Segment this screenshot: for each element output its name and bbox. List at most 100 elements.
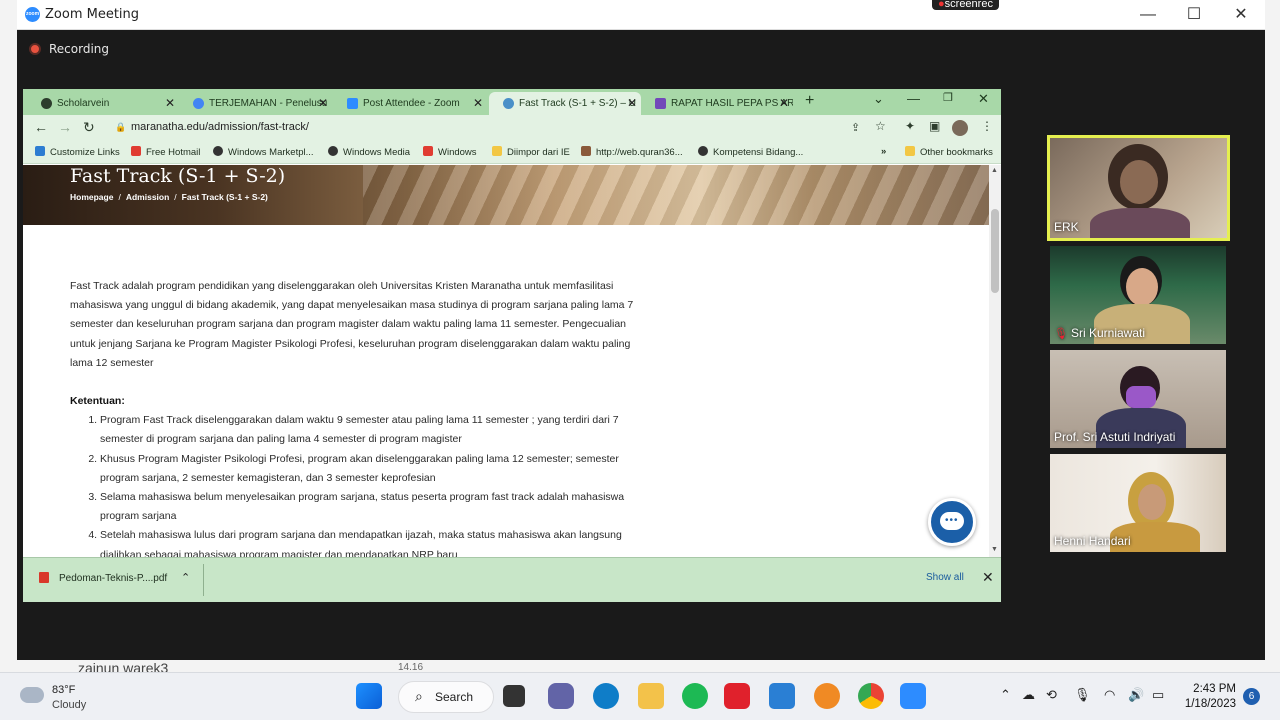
new-tab-button[interactable]: +	[805, 92, 814, 110]
chevron-up-icon[interactable]: ⌃	[181, 571, 190, 584]
bookmark-windows-media[interactable]: Windows Media	[328, 146, 410, 158]
participant-name: ERK	[1054, 220, 1079, 234]
tab-close-icon[interactable]: ✕	[318, 92, 328, 115]
microphone-icon[interactable]: 🎙	[1074, 687, 1091, 703]
tab-label: Fast Track (S-1 + S-2) – U	[519, 98, 636, 109]
bookmark-label: Other bookmarks	[920, 147, 993, 158]
bookmark-windows[interactable]: Windows	[423, 146, 477, 158]
extensions-icon[interactable]: ✦	[905, 119, 915, 133]
reload-icon[interactable]: ↻	[83, 119, 95, 136]
article-content: Fast Track adalah program pendidikan yan…	[70, 277, 650, 557]
bookmark-star-icon[interactable]: ☆	[875, 119, 886, 133]
browser-minimize-button[interactable]: —	[907, 91, 920, 106]
page-scrollbar[interactable]: ▲ ▼	[989, 165, 1001, 557]
tab-close-icon[interactable]: ✕	[779, 92, 789, 115]
battery-icon[interactable]: ▭	[1152, 687, 1164, 703]
weather-condition[interactable]: Cloudy	[52, 699, 86, 711]
browser-restore-button[interactable]: ❐	[943, 91, 953, 104]
windows-icon	[131, 146, 141, 156]
window-title: Zoom Meeting	[45, 7, 140, 22]
onedrive-icon[interactable]: ☁	[1022, 687, 1035, 703]
notification-badge[interactable]: 6	[1243, 688, 1260, 705]
scroll-up-icon[interactable]: ▲	[991, 167, 998, 174]
edge-icon[interactable]	[593, 683, 619, 709]
zoom-taskbar-icon[interactable]	[900, 683, 926, 709]
bookmark-windows-marketplace[interactable]: Windows Marketpl...	[213, 146, 314, 158]
bookmark-kompetensi[interactable]: Kompetensi Bidang...	[698, 146, 803, 158]
bookmark-quran[interactable]: http://web.quran36...	[581, 146, 683, 158]
taskbar-search[interactable]: ⌕ Search	[398, 681, 494, 713]
tab-scholarvein[interactable]: Scholarvein ✕	[27, 92, 179, 115]
breadcrumb-separator: /	[174, 192, 177, 202]
participant-tile[interactable]: ERK	[1047, 135, 1230, 241]
task-view-icon[interactable]	[503, 685, 525, 707]
tab-post-attendee[interactable]: Post Attendee - Zoom ✕	[333, 92, 487, 115]
minimize-button[interactable]: —	[1136, 4, 1160, 26]
screenrec-badge: ●screenrec	[932, 0, 999, 10]
tab-close-icon[interactable]: ✕	[165, 92, 175, 115]
cloud-icon[interactable]	[20, 687, 44, 703]
pdf-icon	[39, 572, 49, 583]
menu-icon[interactable]: ⋮	[981, 119, 993, 133]
file-explorer-icon[interactable]	[638, 683, 664, 709]
spotify-icon[interactable]	[682, 683, 708, 709]
forward-icon[interactable]: →	[58, 119, 72, 135]
more-bookmarks-icon[interactable]: »	[881, 146, 886, 157]
bookmark-free-hotmail[interactable]: Free Hotmail	[131, 146, 200, 158]
tab-label: Scholarvein	[57, 98, 110, 109]
browser-close-button[interactable]: ✕	[978, 91, 989, 107]
participant-tile[interactable]: Prof. Sri Astuti Indriyati	[1050, 350, 1226, 448]
breadcrumb-admission[interactable]: Admission	[126, 192, 169, 202]
share-icon[interactable]: ⇪	[851, 121, 860, 134]
tab-search-icon[interactable]: ⌄	[873, 91, 884, 107]
bookmark-customize-links[interactable]: Customize Links	[35, 146, 120, 158]
zoom-icon	[347, 98, 358, 109]
opera-icon[interactable]	[724, 683, 750, 709]
address-bar[interactable]: 🔒 maranatha.edu/admission/fast-track/ ⇪ …	[103, 118, 893, 138]
bookmark-label: http://web.quran36...	[596, 147, 683, 158]
bookmark-label: Diimpor dari IE	[507, 147, 570, 158]
recording-indicator[interactable]: Recording	[29, 42, 109, 56]
tab-fast-track[interactable]: Fast Track (S-1 + S-2) – U ✕	[489, 92, 641, 115]
maximize-button[interactable]: ☐	[1182, 4, 1206, 26]
bookmarks-bar: Customize Links Free Hotmail Windows Mar…	[23, 141, 1001, 164]
sync-icon[interactable]: ⟲	[1046, 687, 1057, 703]
chat-icon[interactable]	[548, 683, 574, 709]
tab-close-icon[interactable]: ✕	[473, 92, 483, 115]
start-menu-icon[interactable]	[356, 683, 382, 709]
participant-mask	[1126, 386, 1156, 408]
clock-time: 2:43 PM	[1193, 683, 1236, 695]
folder-icon	[492, 146, 502, 156]
url-text[interactable]: maranatha.edu/admission/fast-track/	[131, 121, 309, 133]
breadcrumb-homepage[interactable]: Homepage	[70, 192, 113, 202]
tab-rapat-hasil[interactable]: RAPAT HASIL PEPA PS AR ✕	[641, 92, 793, 115]
participant-tile[interactable]: Henni Handari	[1050, 454, 1226, 552]
maps-icon[interactable]	[814, 683, 840, 709]
chrome-icon[interactable]	[858, 683, 884, 709]
download-item[interactable]: Pedoman-Teknis-P....pdf	[39, 572, 167, 584]
close-button[interactable]: ✕	[1229, 4, 1253, 26]
weather-temperature[interactable]: 83°F	[52, 684, 75, 696]
tab-terjemahan[interactable]: TERJEMAHAN - Penelusu ✕	[179, 92, 332, 115]
mail-icon[interactable]	[769, 683, 795, 709]
scroll-thumb[interactable]	[991, 209, 999, 293]
tab-close-icon[interactable]: ✕	[627, 92, 637, 115]
profile-avatar[interactable]	[952, 120, 968, 136]
participant-tile[interactable]: 🎙 Sri Kurniawati	[1050, 246, 1226, 344]
participant-face	[1138, 484, 1166, 520]
chevron-up-icon[interactable]: ⌃	[1000, 687, 1011, 703]
clock[interactable]: 2:43 PM 1/18/2023	[1180, 682, 1236, 712]
close-icon[interactable]: ✕	[982, 569, 994, 586]
bookmark-diimpor-dari-ie[interactable]: Diimpor dari IE	[492, 146, 570, 158]
other-bookmarks[interactable]: Other bookmarks	[905, 146, 993, 158]
participant-face	[1120, 160, 1158, 204]
back-icon[interactable]: ←	[34, 119, 48, 135]
show-all-link[interactable]: Show all	[926, 572, 964, 583]
scroll-down-icon[interactable]: ▼	[991, 546, 998, 553]
volume-icon[interactable]: 🔊	[1128, 687, 1144, 703]
chat-widget-button[interactable]: •••	[928, 498, 976, 546]
bookmark-label: Customize Links	[50, 147, 120, 158]
side-panel-icon[interactable]: ▣	[929, 119, 940, 133]
wifi-icon[interactable]: ◠	[1104, 687, 1115, 703]
recording-label: Recording	[49, 42, 110, 56]
